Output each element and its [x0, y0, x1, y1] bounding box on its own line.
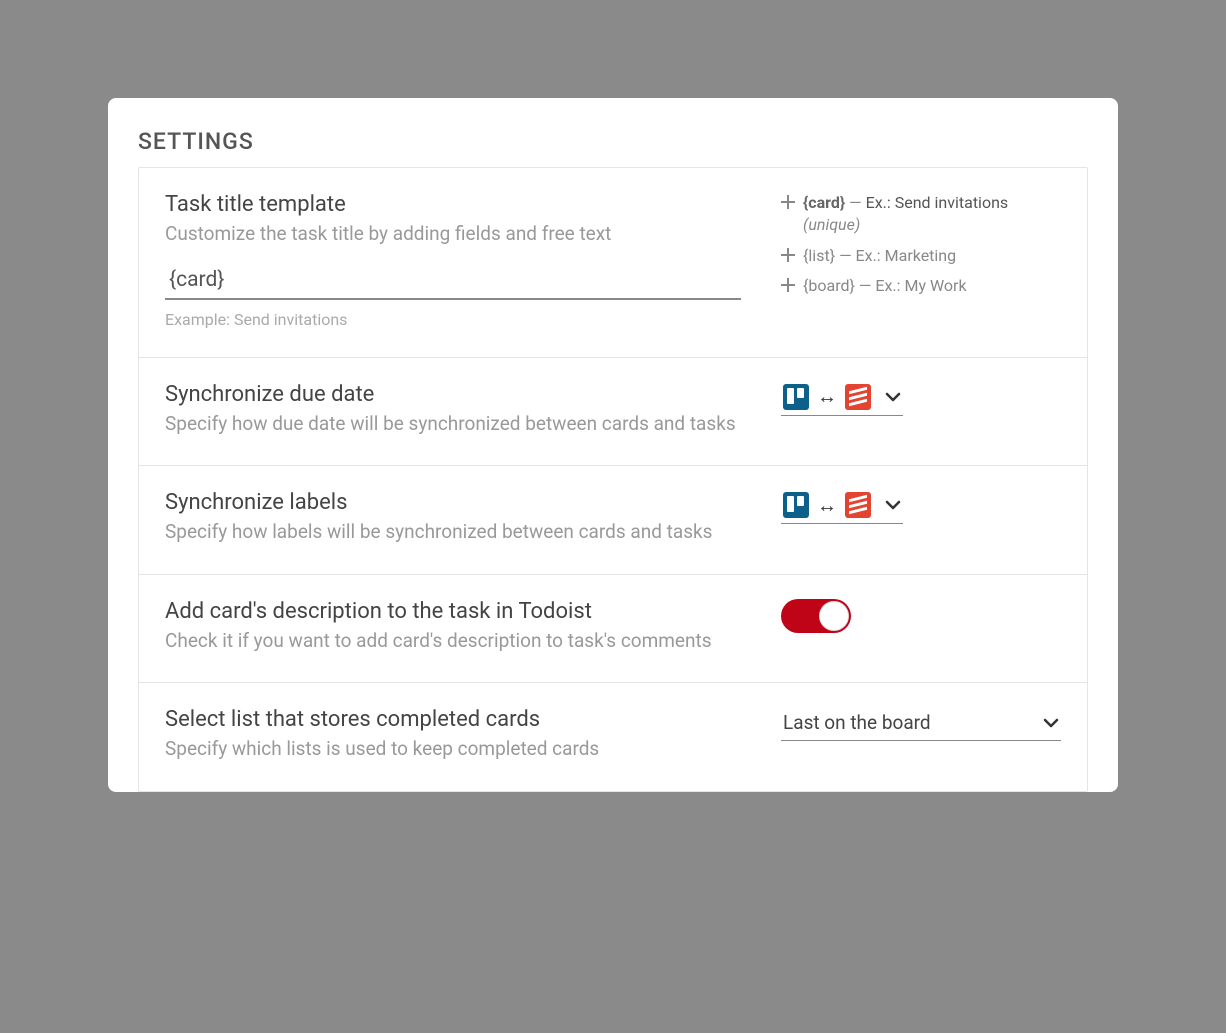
bidirectional-icon: ↔	[817, 493, 837, 518]
chevron-down-icon	[885, 497, 901, 513]
field-token-list[interactable]: {list} — Ex.: Marketing	[781, 245, 1061, 267]
sync-labels-selector[interactable]: ↔	[781, 490, 903, 524]
task-title-template-desc: Customize the task title by adding field…	[165, 221, 741, 248]
row-sync-due-date: Synchronize due date Specify how due dat…	[139, 358, 1087, 467]
settings-list: Task title template Customize the task t…	[138, 167, 1088, 792]
sync-labels-title: Synchronize labels	[165, 490, 741, 515]
row-task-title-template: Task title template Customize the task t…	[139, 168, 1087, 358]
sync-due-title: Synchronize due date	[165, 382, 741, 407]
completed-list-select[interactable]: Last on the board	[781, 707, 1061, 741]
task-title-template-input[interactable]	[165, 262, 741, 300]
sync-due-desc: Specify how due date will be synchronize…	[165, 411, 741, 438]
add-desc-desc: Check it if you want to add card's descr…	[165, 628, 741, 655]
add-desc-title: Add card's description to the task in To…	[165, 599, 741, 624]
field-token-card[interactable]: {card} — Ex.: Send invitations (unique)	[781, 192, 1061, 237]
plus-icon	[781, 195, 795, 209]
trello-icon	[783, 384, 809, 410]
settings-card: Settings Task title template Customize t…	[108, 98, 1118, 792]
sync-labels-desc: Specify how labels will be synchronized …	[165, 519, 741, 546]
field-token-board[interactable]: {board} — Ex.: My Work	[781, 275, 1061, 297]
toggle-knob	[819, 601, 849, 631]
task-title-template-title: Task title template	[165, 192, 741, 217]
field-token-list: {card} — Ex.: Send invitations (unique) …	[781, 192, 1061, 298]
todoist-icon	[845, 492, 871, 518]
trello-icon	[783, 492, 809, 518]
bidirectional-icon: ↔	[817, 384, 837, 409]
completed-list-value: Last on the board	[783, 711, 931, 734]
todoist-icon	[845, 384, 871, 410]
completed-list-title: Select list that stores completed cards	[165, 707, 741, 732]
row-sync-labels: Synchronize labels Specify how labels wi…	[139, 466, 1087, 575]
completed-list-desc: Specify which lists is used to keep comp…	[165, 736, 741, 763]
row-add-description: Add card's description to the task in To…	[139, 575, 1087, 684]
sync-due-selector[interactable]: ↔	[781, 382, 903, 416]
row-completed-list: Select list that stores completed cards …	[139, 683, 1087, 791]
task-title-example: Example: Send invitations	[165, 310, 741, 329]
add-description-toggle[interactable]	[781, 599, 851, 633]
plus-icon	[781, 248, 795, 262]
plus-icon	[781, 278, 795, 292]
chevron-down-icon	[1043, 715, 1059, 731]
settings-header: Settings	[108, 128, 1118, 155]
chevron-down-icon	[885, 389, 901, 405]
